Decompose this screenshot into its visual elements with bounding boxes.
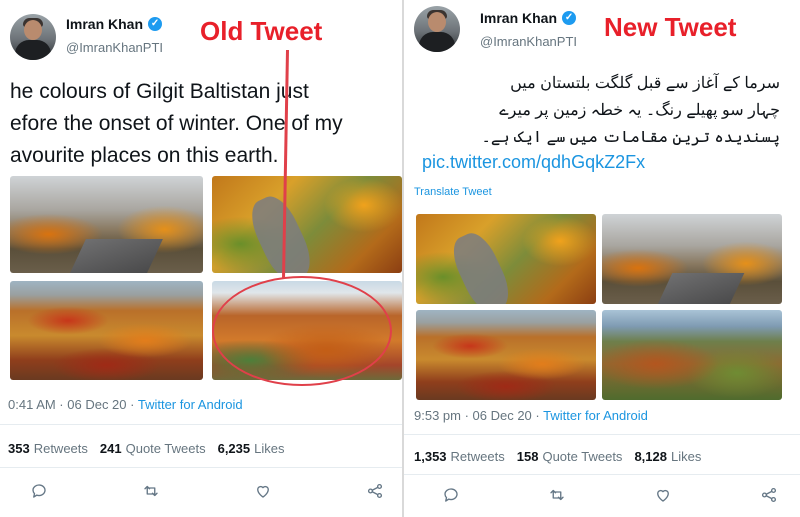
quotes-label: Quote Tweets	[125, 441, 206, 456]
tweet-photo-mountain-road[interactable]	[10, 176, 203, 273]
divider	[0, 424, 402, 425]
tweet-photo-hills[interactable]	[212, 281, 402, 380]
tweet-text: he colours of Gilgit Baltistan just efor…	[10, 76, 402, 172]
tweet-stats: 353 Retweets 241 Quote Tweets 6,235 Likes	[8, 441, 285, 456]
retweets-count: 1,353	[414, 449, 447, 464]
quote-tweets-stat[interactable]: 241 Quote Tweets	[100, 441, 206, 456]
retweets-stat[interactable]: 1,353 Retweets	[414, 449, 505, 464]
divider	[404, 434, 800, 435]
share-icon[interactable]	[364, 480, 386, 502]
quotes-label: Quote Tweets	[542, 449, 623, 464]
quotes-count: 158	[516, 449, 539, 464]
reply-icon[interactable]	[28, 480, 50, 502]
likes-label: Likes	[254, 441, 285, 456]
tweet-text-line: avourite places on this earth.	[10, 144, 279, 167]
avatar[interactable]	[414, 6, 460, 52]
tweet-text-line: پسندیدہ ترین مقامات میں سے ایک ہے۔	[481, 129, 780, 146]
tweet-source[interactable]: Twitter for Android	[138, 397, 243, 412]
tweet-media-link[interactable]: pic.twitter.com/qdhGqkZ2Fx	[422, 152, 645, 173]
tweet-text-line: he colours of Gilgit Baltistan just	[10, 80, 309, 103]
retweets-label: Retweets	[33, 441, 88, 456]
tweet-text-line: چہار سو پھیلے رنگ۔ یہ خطہ زمین پر میرے	[499, 102, 780, 119]
verified-badge-icon: ✓	[562, 11, 577, 25]
share-icon[interactable]	[758, 484, 780, 506]
tweet-stats: 1,353 Retweets 158 Quote Tweets 8,128 Likes	[414, 449, 701, 464]
tweet-text-line: سرما کے آغاز سے قبل گلگت بلتستان میں	[510, 75, 780, 92]
translate-tweet-link[interactable]: Translate Tweet	[414, 186, 492, 198]
author-name[interactable]: Imran Khan ✓	[480, 10, 577, 26]
new-tweet-label: New Tweet	[604, 12, 737, 42]
new-tweet-panel: Imran Khan ✓ @ImranKhanPTI New Tweet سرم…	[404, 0, 800, 517]
likes-stat[interactable]: 8,128 Likes	[634, 449, 701, 464]
tweet-photo-winding-road[interactable]	[416, 214, 596, 304]
tweet-timestamp[interactable]: 0:41 AM · 06 Dec 20 ·	[8, 397, 138, 412]
tweet-photo-mountain-road[interactable]	[602, 214, 782, 304]
tweet-metadata: 0:41 AM · 06 Dec 20 · Twitter for Androi…	[8, 397, 243, 412]
tweet-actions	[28, 480, 386, 502]
tweet-photo-village[interactable]	[416, 310, 596, 400]
divider	[404, 474, 800, 475]
old-tweet-label: Old Tweet	[200, 16, 323, 46]
retweets-stat[interactable]: 353 Retweets	[8, 441, 88, 456]
tweet-metadata: 9:53 pm · 06 Dec 20 · Twitter for Androi…	[414, 408, 648, 423]
quote-tweets-stat[interactable]: 158 Quote Tweets	[517, 449, 623, 464]
author-name-text: Imran Khan	[66, 16, 144, 32]
verified-badge-icon: ✓	[148, 17, 163, 31]
retweet-icon[interactable]	[140, 480, 162, 502]
tweet-actions	[440, 484, 780, 506]
author-name-text: Imran Khan	[480, 10, 558, 26]
like-icon[interactable]	[252, 480, 274, 502]
author-handle[interactable]: @ImranKhanPTI	[480, 34, 577, 49]
divider	[0, 467, 402, 468]
retweets-label: Retweets	[450, 449, 505, 464]
tweet-timestamp[interactable]: 9:53 pm · 06 Dec 20 ·	[414, 408, 543, 423]
tweet-photo-winding-road[interactable]	[212, 176, 402, 273]
author-handle[interactable]: @ImranKhanPTI	[66, 40, 163, 55]
tweet-source[interactable]: Twitter for Android	[543, 408, 648, 423]
tweet-photo-valley[interactable]	[602, 310, 782, 400]
retweets-count: 353	[8, 441, 30, 456]
tweet-text: سرما کے آغاز سے قبل گلگت بلتستان میں چہا…	[420, 70, 780, 151]
likes-count: 6,235	[217, 441, 251, 456]
quotes-count: 241	[99, 441, 122, 456]
tweet-text-line: efore the onset of winter. One of my	[10, 112, 343, 135]
likes-stat[interactable]: 6,235 Likes	[218, 441, 285, 456]
tweet-photo-village[interactable]	[10, 281, 203, 380]
retweet-icon[interactable]	[546, 484, 568, 506]
likes-label: Likes	[670, 449, 702, 464]
old-tweet-panel: Imran Khan ✓ @ImranKhanPTI Old Tweet he …	[0, 0, 402, 517]
reply-icon[interactable]	[440, 484, 462, 506]
like-icon[interactable]	[652, 484, 674, 506]
likes-count: 8,128	[634, 449, 667, 464]
avatar[interactable]	[10, 14, 56, 60]
author-name[interactable]: Imran Khan ✓	[66, 16, 163, 32]
